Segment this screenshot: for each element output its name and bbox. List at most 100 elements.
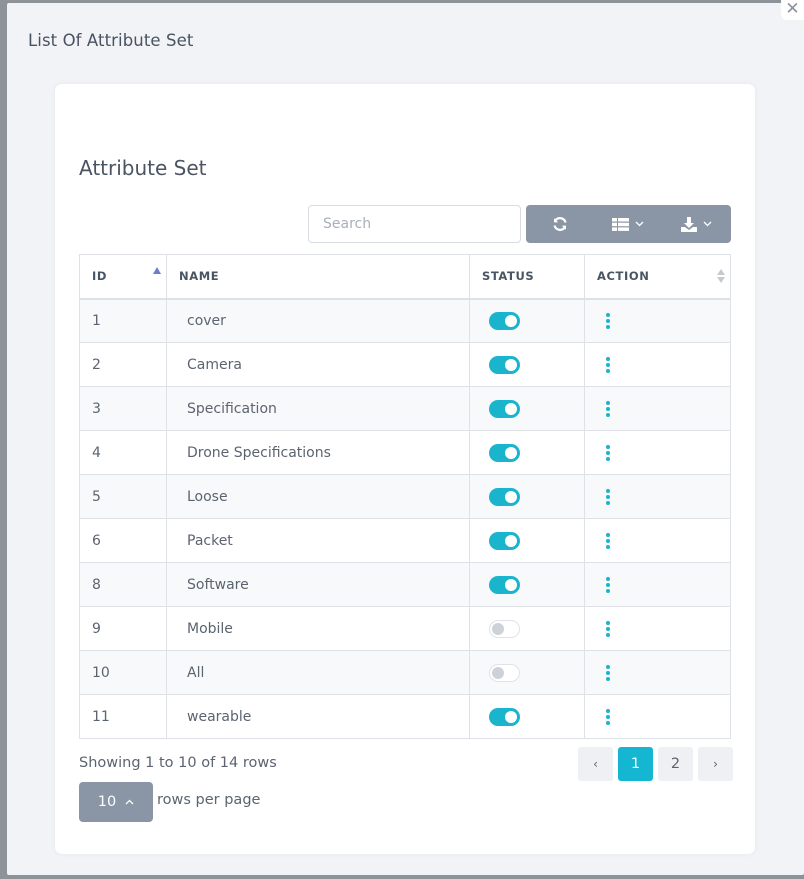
cell-action — [584, 386, 731, 431]
more-vertical-icon[interactable] — [605, 620, 611, 637]
column-header-name-label: NAME — [179, 269, 220, 284]
status-toggle[interactable] — [489, 707, 520, 726]
more-vertical-icon[interactable] — [605, 356, 611, 373]
table-row: 1 cover — [79, 298, 731, 343]
more-vertical-icon[interactable] — [605, 532, 611, 549]
cell-name: Drone Specifications — [166, 430, 470, 475]
table-row: 11 wearable — [79, 694, 731, 739]
cell-id: 6 — [79, 518, 167, 563]
cell-id: 5 — [79, 474, 167, 519]
cell-name: cover — [166, 298, 470, 343]
chevron-down-icon — [703, 221, 712, 227]
cell-id: 3 — [79, 386, 167, 431]
status-toggle[interactable] — [489, 311, 520, 330]
cell-status — [469, 562, 585, 607]
cell-action — [584, 562, 731, 607]
column-header-action[interactable]: ACTION — [584, 254, 731, 300]
cell-name: Camera — [166, 342, 470, 387]
export-dropdown-button[interactable] — [663, 205, 731, 243]
table-row: 6 Packet — [79, 518, 731, 563]
table-row: 3 Specification — [79, 386, 731, 431]
cell-name: Software — [166, 562, 470, 607]
download-icon — [681, 217, 698, 232]
cell-name: wearable — [166, 694, 470, 739]
cell-status — [469, 386, 585, 431]
more-vertical-icon[interactable] — [605, 576, 611, 593]
columns-dropdown-button[interactable] — [594, 205, 662, 243]
status-toggle[interactable] — [489, 399, 520, 418]
status-toggle[interactable] — [489, 531, 520, 550]
cell-action — [584, 474, 731, 519]
close-button[interactable]: ✕ — [781, 0, 804, 20]
attribute-set-table: ID NAME STATUS ACTION 1 cover 2 Camera 3 Spe — [79, 254, 731, 739]
column-header-status-label: STATUS — [482, 269, 535, 284]
cell-id: 11 — [79, 694, 167, 739]
cell-action — [584, 518, 731, 563]
status-toggle[interactable] — [489, 487, 520, 506]
next-page-button[interactable]: › — [698, 747, 733, 781]
cell-action — [584, 342, 731, 387]
column-header-id[interactable]: ID — [79, 254, 167, 300]
more-vertical-icon[interactable] — [605, 708, 611, 725]
modal-dialog: List Of Attribute Set Attribute Set Sear… — [7, 3, 804, 875]
chevron-down-icon — [636, 221, 644, 227]
pagination-info: Showing 1 to 10 of 14 rows — [79, 755, 277, 771]
search-input[interactable] — [308, 205, 521, 243]
table-row: 8 Software — [79, 562, 731, 607]
table-row: 2 Camera — [79, 342, 731, 387]
column-header-status[interactable]: STATUS — [469, 254, 585, 300]
cell-action — [584, 606, 731, 651]
previous-page-button[interactable]: ‹ — [578, 747, 613, 781]
column-header-name[interactable]: NAME — [166, 254, 470, 300]
more-vertical-icon[interactable] — [605, 400, 611, 417]
cell-action — [584, 650, 731, 695]
page-button-1[interactable]: 1 — [618, 747, 653, 781]
cell-status — [469, 342, 585, 387]
more-vertical-icon[interactable] — [605, 664, 611, 681]
status-toggle[interactable] — [489, 619, 520, 638]
table-header-row: ID NAME STATUS ACTION — [79, 254, 731, 300]
table-row: 5 Loose — [79, 474, 731, 519]
table-row: 4 Drone Specifications — [79, 430, 731, 475]
cell-action — [584, 298, 731, 343]
card-title: Attribute Set — [79, 156, 207, 180]
refresh-button[interactable] — [526, 205, 594, 243]
refresh-icon — [553, 217, 567, 231]
rows-per-page-dropdown[interactable]: 10 — [79, 782, 153, 822]
rows-per-page-value: 10 — [97, 794, 117, 810]
page-button-2[interactable]: 2 — [658, 747, 693, 781]
more-vertical-icon[interactable] — [605, 444, 611, 461]
status-toggle[interactable] — [489, 443, 520, 462]
status-toggle[interactable] — [489, 355, 520, 374]
close-icon: ✕ — [785, 0, 800, 19]
chevron-up-icon — [125, 799, 134, 805]
cell-name: Mobile — [166, 606, 470, 651]
column-header-id-label: ID — [92, 269, 108, 284]
column-header-action-label: ACTION — [597, 269, 650, 284]
cell-id: 8 — [79, 562, 167, 607]
cell-status — [469, 650, 585, 695]
more-vertical-icon[interactable] — [605, 488, 611, 505]
more-vertical-icon[interactable] — [605, 312, 611, 329]
columns-list-icon — [612, 217, 630, 231]
table-toolbar — [526, 205, 731, 243]
status-toggle[interactable] — [489, 575, 520, 594]
pagination: ‹ 1 2 › — [578, 747, 733, 781]
cell-name: All — [166, 650, 470, 695]
cell-name: Specification — [166, 386, 470, 431]
cell-id: 9 — [79, 606, 167, 651]
cell-id: 2 — [79, 342, 167, 387]
cell-status — [469, 298, 585, 343]
table-row: 10 All — [79, 650, 731, 695]
cell-name: Loose — [166, 474, 470, 519]
cell-id: 4 — [79, 430, 167, 475]
modal-title: List Of Attribute Set — [28, 31, 194, 50]
cell-action — [584, 694, 731, 739]
cell-status — [469, 518, 585, 563]
cell-id: 1 — [79, 298, 167, 343]
status-toggle[interactable] — [489, 663, 520, 682]
sort-ascending-icon — [153, 267, 161, 274]
cell-status — [469, 474, 585, 519]
attribute-set-card: Attribute Set Search ID NAME STATUS ACTI… — [55, 84, 755, 854]
table-row: 9 Mobile — [79, 606, 731, 651]
